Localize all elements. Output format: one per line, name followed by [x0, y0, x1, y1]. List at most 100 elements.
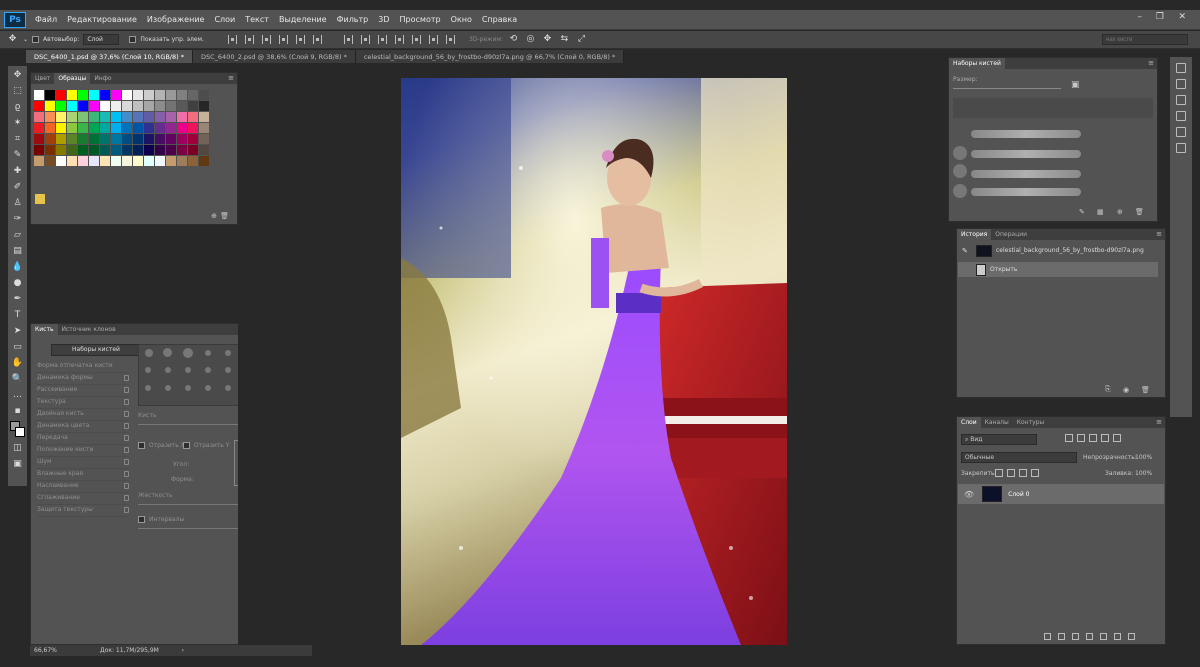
brush-tip[interactable] [953, 146, 967, 160]
marquee-tool-icon[interactable]: ⬚ [11, 85, 24, 98]
brush-tip[interactable] [183, 348, 193, 358]
magic-wand-tool-icon[interactable]: ✶ [11, 117, 24, 130]
brush-option-dual-brush[interactable]: Двойная кисть [37, 410, 129, 421]
lock-icon[interactable] [124, 447, 129, 453]
swatch[interactable] [133, 112, 143, 122]
align-top-icon[interactable] [227, 35, 237, 44]
swatch[interactable] [155, 90, 165, 100]
brush-option-smoothing[interactable]: Сглаживание [37, 494, 129, 505]
swatch[interactable] [100, 123, 110, 133]
brush-tip[interactable] [225, 350, 231, 356]
move-tool-icon[interactable]: ✥ [6, 33, 19, 46]
menu-file[interactable]: Файл [30, 15, 62, 24]
brush-tip[interactable] [163, 348, 172, 357]
swatch[interactable] [34, 90, 44, 100]
flip-x-option[interactable]: Отразить X [138, 442, 185, 449]
autoselect-dropdown[interactable]: Слой [83, 34, 120, 45]
restore-icon[interactable]: ❐ [1156, 12, 1164, 22]
swatch[interactable] [199, 145, 209, 155]
flip-x-checkbox[interactable] [138, 442, 145, 449]
brush-option-pose[interactable]: Положение кисти [37, 446, 129, 457]
brush-option-texture[interactable]: Текстура [37, 398, 129, 409]
3d-roll-icon[interactable]: ◎ [524, 33, 537, 46]
swatch[interactable] [144, 123, 154, 133]
swatch[interactable] [111, 101, 121, 111]
swatch[interactable] [144, 134, 154, 144]
trash-icon[interactable]: 🗑 [220, 212, 229, 220]
tab-channels[interactable]: Каналы [981, 417, 1013, 428]
background-color[interactable] [14, 427, 25, 437]
swatch[interactable] [166, 101, 176, 111]
swatch[interactable] [78, 90, 88, 100]
swatch[interactable] [56, 112, 66, 122]
swatch[interactable] [177, 90, 187, 100]
swatch[interactable] [67, 112, 77, 122]
opacity-value[interactable]: 100% [1135, 454, 1152, 461]
swatch[interactable] [100, 112, 110, 122]
swatch[interactable] [89, 112, 99, 122]
swatch[interactable] [188, 112, 198, 122]
swatch[interactable] [78, 112, 88, 122]
swatch[interactable] [100, 101, 110, 111]
quick-mask-icon[interactable]: ◫ [11, 442, 24, 455]
type-tool-icon[interactable]: T [11, 309, 24, 322]
type-filter-icon[interactable] [1089, 434, 1097, 442]
brush-tip[interactable] [205, 367, 211, 373]
brush-option-tip-shape[interactable]: Форма отпечатка кисти [37, 362, 129, 373]
lock-icon[interactable] [124, 483, 129, 489]
brush-stroke-preview[interactable] [971, 188, 1081, 196]
swatch[interactable] [56, 101, 66, 111]
swatch[interactable] [166, 123, 176, 133]
swatch[interactable] [122, 134, 132, 144]
tab-swatches[interactable]: Образцы [54, 73, 91, 84]
history-snapshot[interactable]: ✎ celestial_background_56_by_frostbo-d90… [958, 243, 1158, 258]
swatch[interactable] [177, 134, 187, 144]
color-swatches[interactable] [9, 421, 26, 439]
swatch[interactable] [45, 90, 55, 100]
swatch[interactable] [177, 145, 187, 155]
swatch[interactable] [78, 134, 88, 144]
swatch[interactable] [78, 156, 88, 166]
new-swatch-icon[interactable]: ⊕ [211, 212, 217, 220]
history-state[interactable]: Открыть [958, 262, 1158, 277]
path-selection-tool-icon[interactable]: ➤ [11, 325, 24, 338]
zoom-level[interactable]: 66,67% [34, 647, 84, 654]
default-colors-icon[interactable]: ▪ [11, 405, 24, 418]
swatch[interactable] [34, 156, 44, 166]
eraser-tool-icon[interactable]: ▱ [11, 229, 24, 242]
menu-layers[interactable]: Слои [209, 15, 240, 24]
brush-option-noise[interactable]: Шум [37, 458, 129, 469]
menu-select[interactable]: Выделение [274, 15, 332, 24]
brush-stroke-preview[interactable] [971, 170, 1081, 178]
menu-edit[interactable]: Редактирование [62, 15, 142, 24]
swatch[interactable] [35, 194, 45, 204]
adjustment-filter-icon[interactable] [1077, 434, 1085, 442]
swatch[interactable] [45, 123, 55, 133]
layer-filter-dropdown[interactable]: ⌕ Вид [961, 434, 1037, 445]
new-group-icon[interactable] [1100, 633, 1107, 640]
lock-position-icon[interactable] [1019, 469, 1027, 477]
fill-value[interactable]: 100% [1135, 470, 1152, 477]
swatch[interactable] [111, 156, 121, 166]
layer-style-icon[interactable] [1058, 633, 1065, 640]
swatch[interactable] [133, 90, 143, 100]
swatch[interactable] [199, 90, 209, 100]
brush-tip[interactable] [185, 367, 191, 373]
panel-menu-icon[interactable]: ≡ [1148, 59, 1154, 67]
trash-icon[interactable]: 🗑 [1135, 208, 1144, 216]
history-brush-source-icon[interactable]: ✎ [962, 247, 968, 255]
tab-doc-1[interactable]: DSC_6400_1.psd @ 37,6% (Слой 10, RGB/8) … [26, 50, 193, 63]
brush-tip[interactable] [185, 385, 191, 391]
swatch[interactable] [188, 123, 198, 133]
close-icon[interactable]: ✕ [1178, 12, 1186, 22]
new-layer-icon[interactable] [1114, 633, 1121, 640]
rectangle-tool-icon[interactable]: ▭ [11, 341, 24, 354]
new-preset-icon[interactable]: ▣ [1071, 80, 1080, 90]
swatch[interactable] [34, 112, 44, 122]
swatch[interactable] [89, 145, 99, 155]
swatch[interactable] [34, 123, 44, 133]
swatch[interactable] [155, 101, 165, 111]
brush-tip[interactable] [145, 367, 151, 373]
swatch[interactable] [78, 123, 88, 133]
menu-filter[interactable]: Фильтр [332, 15, 374, 24]
